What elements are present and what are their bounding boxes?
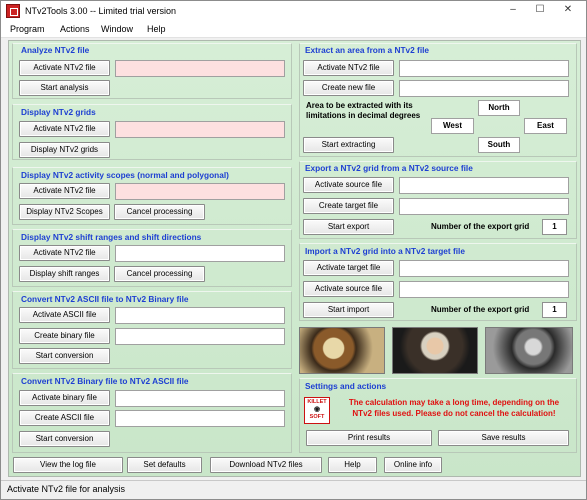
analyze-file-field[interactable] — [115, 60, 285, 77]
maximize-button[interactable]: ☐ — [528, 2, 552, 18]
activate-ascii-button[interactable]: Activate ASCII file — [19, 307, 110, 323]
import-number-label: Number of the export grid — [431, 305, 530, 314]
analyze-title: Analyze NTv2 file — [21, 45, 90, 55]
binary-file-field[interactable] — [115, 328, 285, 345]
extract-target-field[interactable] — [399, 80, 569, 97]
start-analysis-button[interactable]: Start analysis — [19, 80, 110, 96]
ascii-target-field[interactable] — [115, 410, 285, 427]
display-grids-file-field[interactable] — [115, 121, 285, 138]
export-number-label: Number of the export grid — [431, 222, 530, 231]
menu-actions[interactable]: Actions — [60, 24, 90, 34]
app-icon — [6, 4, 20, 18]
portrait-image-2 — [392, 327, 478, 374]
menu-help[interactable]: Help — [147, 24, 166, 34]
display-grids-button[interactable]: Display NTv2 grids — [19, 142, 110, 158]
menu-window[interactable]: Window — [101, 24, 133, 34]
north-field[interactable]: North — [478, 100, 520, 116]
killetsoft-logo: KILLET ◉ SOFT — [304, 397, 330, 424]
import-target-field[interactable] — [399, 260, 569, 277]
minimize-button[interactable]: – — [501, 2, 525, 18]
download-ntv2-button[interactable]: Download NTv2 files — [210, 457, 322, 473]
menu-program[interactable]: Program — [10, 24, 45, 34]
extract-activate-button[interactable]: Activate NTv2 file — [303, 60, 394, 76]
display-grids-title: Display NTv2 grids — [21, 107, 96, 117]
shift-title: Display NTv2 shift ranges and shift dire… — [21, 232, 202, 242]
analyze-activate-button[interactable]: Activate NTv2 file — [19, 60, 110, 76]
create-binary-button[interactable]: Create binary file — [19, 328, 110, 344]
extract-title: Extract an area from a NTv2 file — [305, 45, 430, 55]
shift-activate-button[interactable]: Activate NTv2 file — [19, 245, 110, 261]
app-window: NTv2Tools 3.00 -- Limited trial version … — [0, 0, 587, 500]
import-title: Import a NTv2 grid into a NTv2 target fi… — [305, 246, 465, 256]
logo-globe-icon: ◉ — [313, 406, 321, 413]
export-title: Export a NTv2 grid from a NTv2 source fi… — [305, 163, 473, 173]
binary-start-conversion-button[interactable]: Start conversion — [19, 431, 110, 447]
create-target-button[interactable]: Create target file — [303, 198, 394, 214]
start-extracting-button[interactable]: Start extracting — [303, 137, 394, 153]
portrait-image-1 — [299, 327, 385, 374]
portrait-image-3 — [485, 327, 573, 374]
online-info-button[interactable]: Online info — [384, 457, 442, 473]
scopes-cancel-button[interactable]: Cancel processing — [114, 204, 205, 220]
help-button[interactable]: Help — [328, 457, 377, 473]
window-title: NTv2Tools 3.00 -- Limited trial version — [25, 6, 177, 16]
status-bar: Activate NTv2 file for analysis — [1, 480, 586, 499]
export-target-field[interactable] — [399, 198, 569, 215]
scopes-file-field[interactable] — [115, 183, 285, 200]
scopes-activate-button[interactable]: Activate NTv2 file — [19, 183, 110, 199]
logo-text-bottom: SOFT — [309, 414, 325, 420]
activate-source-button[interactable]: Activate source file — [303, 177, 394, 193]
menu-bar: Program Actions Window Help — [1, 21, 586, 38]
print-results-button[interactable]: Print results — [306, 430, 432, 446]
start-export-button[interactable]: Start export — [303, 219, 394, 235]
east-field[interactable]: East — [524, 118, 567, 134]
import-grid-number[interactable]: 1 — [542, 302, 567, 318]
shift-file-field[interactable] — [115, 245, 285, 262]
import-source-field[interactable] — [399, 281, 569, 298]
status-text: Activate NTv2 file for analysis — [7, 484, 126, 494]
binary-to-ascii-title: Convert NTv2 Binary file to NTv2 ASCII f… — [21, 376, 189, 386]
scopes-title: Display NTv2 activity scopes (normal and… — [21, 170, 229, 180]
ascii-start-conversion-button[interactable]: Start conversion — [19, 348, 110, 364]
view-log-button[interactable]: View the log file — [13, 457, 123, 473]
west-field[interactable]: West — [431, 118, 474, 134]
ascii-file-field[interactable] — [115, 307, 285, 324]
title-bar: NTv2Tools 3.00 -- Limited trial version … — [1, 1, 586, 21]
import-activate-source-button[interactable]: Activate source file — [303, 281, 394, 297]
export-source-field[interactable] — [399, 177, 569, 194]
extract-source-field[interactable] — [399, 60, 569, 77]
display-shift-button[interactable]: Display shift ranges — [19, 266, 110, 282]
ascii-to-binary-title: Convert NTv2 ASCII file to NTv2 Binary f… — [21, 294, 189, 304]
extract-create-button[interactable]: Create new file — [303, 80, 394, 96]
warning-text: The calculation may take a long time, de… — [348, 398, 560, 418]
save-results-button[interactable]: Save results — [438, 430, 569, 446]
export-grid-number[interactable]: 1 — [542, 219, 567, 235]
create-ascii-button[interactable]: Create ASCII file — [19, 410, 110, 426]
shift-cancel-button[interactable]: Cancel processing — [114, 266, 205, 282]
settings-title: Settings and actions — [305, 381, 387, 391]
start-import-button[interactable]: Start import — [303, 302, 394, 318]
display-scopes-button[interactable]: Display NTv2 Scopes — [19, 204, 110, 220]
activate-target-button[interactable]: Activate target file — [303, 260, 394, 276]
set-defaults-button[interactable]: Set defaults — [127, 457, 202, 473]
binary-source-field[interactable] — [115, 390, 285, 407]
activate-binary-button[interactable]: Activate binary file — [19, 390, 110, 406]
close-button[interactable]: ✕ — [556, 2, 580, 18]
display-grids-activate-button[interactable]: Activate NTv2 file — [19, 121, 110, 137]
south-field[interactable]: South — [478, 137, 520, 153]
extract-area-label: Area to be extracted with its limitation… — [306, 101, 421, 120]
